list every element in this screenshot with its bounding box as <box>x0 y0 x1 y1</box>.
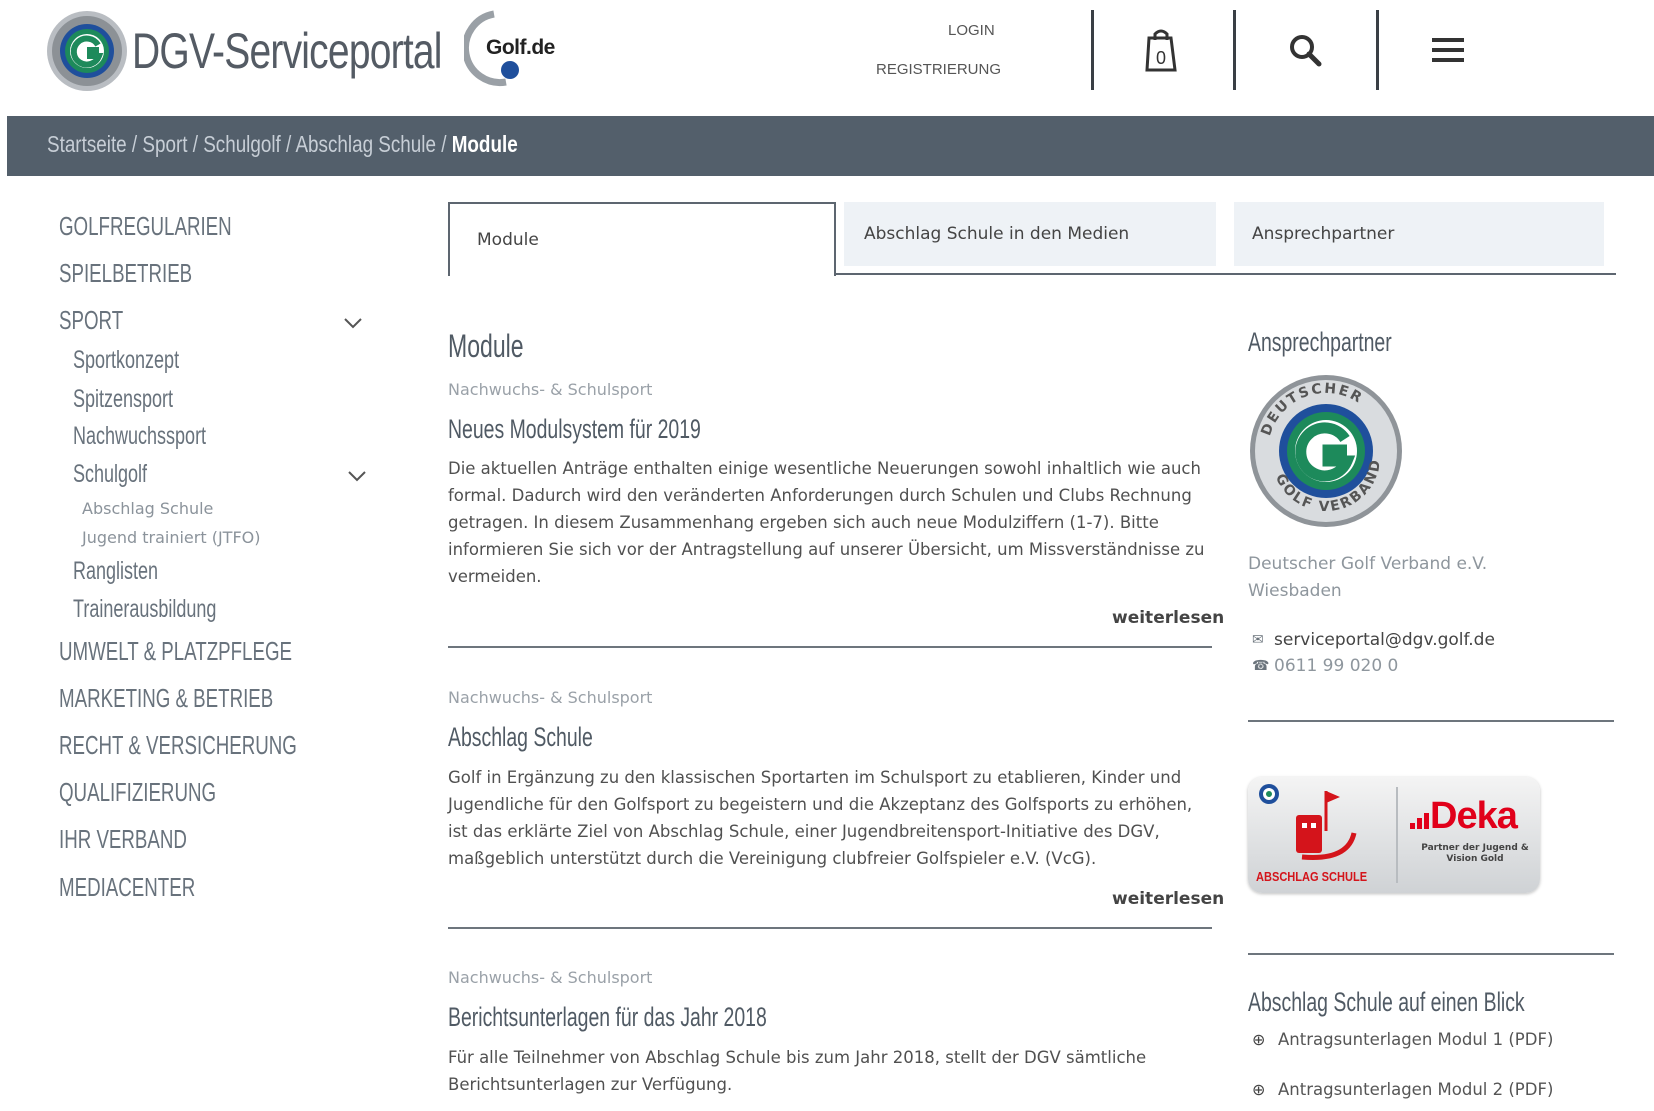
sidebar-item-spielbetrieb[interactable]: SPIELBETRIEB <box>59 258 192 289</box>
sidebar-item-qualifizierung[interactable]: QUALIFIZIERUNG <box>59 777 216 808</box>
article-body: Golf in Ergänzung zu den klassischen Spo… <box>448 768 1193 868</box>
breadcrumb-separator: / <box>187 131 204 157</box>
breadcrumb-separator: / <box>280 131 296 157</box>
phone-icon: ☎ <box>1252 658 1270 674</box>
contact-city: Wiesbaden <box>1248 581 1342 601</box>
dgv-mini-logo <box>1259 784 1279 804</box>
banner-brand: Deka <box>1430 795 1518 837</box>
read-more-link[interactable]: weiterlesen <box>1112 889 1224 909</box>
breadcrumb: Startseite / Sport / Schulgolf / Abschla… <box>47 131 518 158</box>
read-more-link[interactable]: weiterlesen <box>1112 608 1224 628</box>
article-category[interactable]: Nachwuchs- & Schulsport <box>448 380 652 399</box>
sidebar-item-nachwuchssport[interactable]: Nachwuchssport <box>73 422 206 451</box>
cart-icon: 0 <box>1145 29 1177 72</box>
contact-heading: Ansprechpartner <box>1248 327 1392 357</box>
header-divider <box>1233 10 1236 90</box>
golfde-logo-text: Golf.de <box>486 36 555 59</box>
main-heading: Module <box>448 328 524 364</box>
abschlag-deka-banner[interactable]: ABSCHLAG SCHULE Deka Partner der Jugend … <box>1248 777 1540 893</box>
search-icon <box>1290 35 1322 67</box>
sidebar-item-jugend-trainiert[interactable]: Jugend trainiert (JTFO) <box>82 528 260 547</box>
login-link[interactable]: LOGIN <box>948 22 995 39</box>
site-header: DGV-Serviceportal Golf.de LOGIN REGISTRI… <box>0 0 1654 116</box>
sidebar-item-ranglisten[interactable]: Ranglisten <box>73 557 158 586</box>
header-divider <box>1091 10 1094 90</box>
article-title[interactable]: Berichtsunterlagen für das Jahr 2018 <box>448 1002 767 1033</box>
breadcrumb-item[interactable]: Sport <box>142 131 187 157</box>
divider <box>1248 953 1614 955</box>
dgv-seal-logo: DEUTSCHER GOLF VERBAND <box>1250 375 1402 527</box>
article-title[interactable]: Abschlag Schule <box>448 722 593 753</box>
banner-divider <box>1396 787 1398 883</box>
breadcrumb-item[interactable]: Startseite <box>47 131 127 157</box>
tab-underline <box>836 273 1616 275</box>
sidebar-item-sport[interactable]: SPORT <box>59 305 123 336</box>
sidebar-item-recht[interactable]: RECHT & VERSICHERUNG <box>59 730 297 761</box>
divider <box>1248 720 1614 722</box>
article-category[interactable]: Nachwuchs- & Schulsport <box>448 968 652 987</box>
envelope-icon: ✉ <box>1252 632 1264 648</box>
contact-phone-row: ☎ 0611 99 020 0 <box>1252 656 1398 676</box>
contact-org: Deutscher Golf Verband e.V. <box>1248 554 1488 574</box>
menu-icon <box>1432 38 1464 62</box>
dgv-logo[interactable] <box>46 10 128 92</box>
breadcrumb-separator: / <box>126 131 143 157</box>
chevron-down-icon[interactable] <box>343 316 363 330</box>
banner-left-text: ABSCHLAG SCHULE <box>1256 869 1368 884</box>
breadcrumb-item[interactable]: Schulgolf <box>203 131 281 157</box>
register-link[interactable]: REGISTRIERUNG <box>876 61 1001 78</box>
sidebar-item-umwelt[interactable]: UMWELT & PLATZPFLEGE <box>59 636 292 667</box>
breadcrumb-separator: / <box>435 131 452 157</box>
sidebar-item-mediacenter[interactable]: MEDIACENTER <box>59 872 195 903</box>
sidebar-item-marketing[interactable]: MARKETING & BETRIEB <box>59 683 273 714</box>
article-category[interactable]: Nachwuchs- & Schulsport <box>448 688 652 707</box>
download-label[interactable]: Antragsunterlagen Modul 2 (PDF) <box>1278 1080 1553 1099</box>
contact-email-row: ✉ serviceportal@dgv.golf.de <box>1252 630 1495 650</box>
download-label[interactable]: Antragsunterlagen Modul 1 (PDF) <box>1278 1030 1553 1049</box>
chevron-down-icon[interactable] <box>347 469 367 483</box>
download-icon: ⊕ <box>1252 1030 1266 1049</box>
article-body: Die aktuellen Anträge enthalten einige w… <box>448 459 1205 586</box>
sidebar-item-abschlag-schule[interactable]: Abschlag Schule <box>82 499 213 518</box>
tab-medien[interactable]: Abschlag Schule in den Medien <box>844 202 1216 266</box>
contact-phone-link[interactable]: 0611 99 020 0 <box>1274 656 1398 676</box>
overview-heading: Abschlag Schule auf einen Blick <box>1248 987 1525 1017</box>
sidebar-item-ihr-verband[interactable]: IHR VERBAND <box>59 824 187 855</box>
article-title[interactable]: Neues Modulsystem für 2019 <box>448 414 701 445</box>
breadcrumb-item[interactable]: Abschlag Schule <box>295 131 436 157</box>
search-button[interactable] <box>1245 10 1365 90</box>
menu-button[interactable] <box>1388 10 1508 90</box>
download-item[interactable]: ⊕ Antragsunterlagen Modul 1 (PDF) <box>1252 1030 1553 1049</box>
header-divider <box>1376 10 1379 90</box>
divider <box>448 646 1212 648</box>
banner-tagline: Partner der Jugend & Vision Gold <box>1421 843 1529 864</box>
cart-button[interactable]: 0 <box>1101 10 1221 90</box>
breadcrumb-current: Module <box>451 131 518 157</box>
article-body: Für alle Teilnehmer von Abschlag Schule … <box>448 1048 1147 1094</box>
sidebar-item-golfregularien[interactable]: GOLFREGULARIEN <box>59 211 232 242</box>
contact-email-link[interactable]: serviceportal@dgv.golf.de <box>1274 630 1495 650</box>
tab-module[interactable]: Module <box>448 202 836 276</box>
site-title[interactable]: DGV-Serviceportal <box>132 22 442 80</box>
cart-count: 0 <box>1156 48 1166 68</box>
download-icon: ⊕ <box>1252 1080 1266 1099</box>
tab-ansprechpartner[interactable]: Ansprechpartner <box>1234 202 1604 266</box>
sidebar-item-sportkonzept[interactable]: Sportkonzept <box>73 346 179 375</box>
sidebar-item-schulgolf[interactable]: Schulgolf <box>73 460 147 489</box>
school-flag-icon <box>1296 791 1357 860</box>
divider <box>448 927 1212 929</box>
download-item[interactable]: ⊕ Antragsunterlagen Modul 2 (PDF) <box>1252 1080 1553 1099</box>
sidebar-item-spitzensport[interactable]: Spitzensport <box>73 385 173 414</box>
sidebar-item-trainerausbildung[interactable]: Trainerausbildung <box>73 595 216 624</box>
deka-bars-icon <box>1410 813 1429 829</box>
